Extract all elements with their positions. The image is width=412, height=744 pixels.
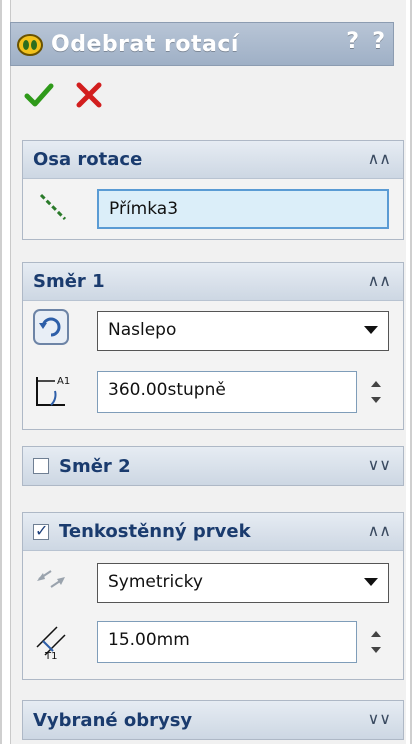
angle-spinner[interactable] (365, 371, 389, 413)
group-axis-title: Osa rotace (33, 149, 143, 170)
group-axis-header[interactable]: Osa rotace ∧∧ (23, 141, 403, 179)
thickness-spinner[interactable] (365, 621, 389, 663)
dropdown-arrow-icon[interactable] (364, 578, 378, 586)
group-direction-2-header[interactable]: Směr 2 ∨∨ (23, 447, 403, 485)
group-direction-2-title: Směr 2 (59, 455, 131, 477)
ok-button[interactable] (24, 80, 54, 110)
thickness-input[interactable]: 15.00mm (97, 621, 357, 663)
spin-down-icon[interactable] (371, 397, 381, 403)
property-manager-header: Odebrat rotací ? ? (10, 22, 394, 66)
group-direction-1: Směr 1 ∧∧ Naslepo A1 360.00stupně (22, 262, 404, 430)
group-direction-1-header[interactable]: Směr 1 ∧∧ (23, 263, 403, 301)
thickness-icon-label: T1 (44, 651, 57, 661)
expand-chevron-icon[interactable]: ∨∨ (368, 455, 391, 474)
expand-chevron-icon[interactable]: ∨∨ (368, 709, 391, 728)
help-with-tips-icon[interactable]: ? (346, 29, 359, 54)
action-bar (24, 80, 104, 110)
axis-selection-field[interactable]: Přímka3 (97, 189, 389, 229)
thin-direction-icon (37, 570, 65, 588)
checkmark-icon: ✓ (35, 520, 49, 540)
group-axis-of-revolution: Osa rotace ∧∧ Přímka3 (22, 140, 404, 240)
thickness-icon: T1 (36, 626, 66, 661)
angle-icon-label: A1 (57, 376, 70, 387)
group-direction-1-title: Směr 1 (33, 271, 105, 292)
group-selected-contours-title: Vybrané obrysy (33, 709, 193, 731)
end-condition-select[interactable]: Naslepo (97, 311, 389, 351)
collapse-chevron-icon[interactable]: ∧∧ (368, 521, 391, 540)
thin-type-select[interactable]: Symetricky (97, 563, 389, 603)
spin-up-icon[interactable] (371, 381, 381, 387)
group-thin-feature-header[interactable]: ✓ Tenkostěnný prvek ∧∧ (23, 513, 403, 551)
help-icon[interactable]: ? (372, 29, 385, 54)
group-selected-contours-header[interactable]: Vybrané obrysy ∨∨ (23, 701, 403, 739)
axis-line-icon (39, 193, 67, 221)
cancel-button[interactable] (74, 80, 104, 110)
dropdown-arrow-icon[interactable] (364, 326, 378, 334)
thin-type-value: Symetricky (108, 572, 203, 592)
page-title: Odebrat rotací (51, 31, 239, 57)
end-condition-value: Naslepo (108, 320, 177, 340)
group-selected-contours: Vybrané obrysy ∨∨ (22, 700, 404, 740)
angle-input[interactable]: 360.00stupně (97, 371, 357, 413)
spin-up-icon[interactable] (371, 631, 381, 637)
angle-icon: A1 (36, 376, 70, 406)
spin-down-icon[interactable] (371, 647, 381, 653)
collapse-chevron-icon[interactable]: ∧∧ (368, 271, 391, 290)
left-edge (0, 0, 2, 744)
group-thin-feature: ✓ Tenkostěnný prvek ∧∧ Symetricky T1 15.… (22, 512, 404, 680)
reverse-direction-icon[interactable] (33, 309, 69, 345)
thin-feature-checkbox[interactable]: ✓ (33, 520, 49, 540)
group-thin-feature-title: Tenkostěnný prvek (59, 521, 251, 542)
group-direction-2: Směr 2 ∨∨ (22, 446, 404, 486)
collapse-chevron-icon[interactable]: ∧∧ (368, 149, 391, 168)
direction-2-checkbox[interactable] (33, 458, 49, 474)
revolve-cut-feature-icon (17, 34, 43, 56)
